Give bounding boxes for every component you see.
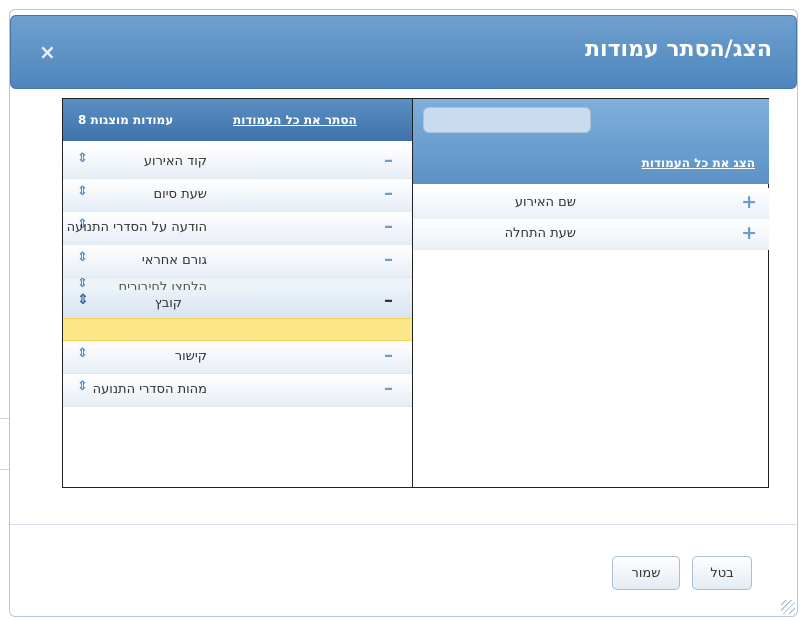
displayed-column-item[interactable]: ⇕ הודעה על הסדרי התנועה – [63,212,412,245]
available-column-item[interactable]: שם האירוע + [413,188,769,219]
column-label: קישור [174,349,207,364]
displayed-columns-list: ⇕ קוד האירוע – ⇕ שעת סיום – ⇕ הודעה על ה… [63,146,412,407]
show-hide-columns-dialog: × הצג/הסתר עמודות עמודות מוצגות 8 הסתר א… [9,9,798,617]
hide-all-link[interactable]: הסתר את כל העמודות [233,113,357,127]
dragging-column-item[interactable]: ⇕ קובץ – [63,290,412,318]
displayed-columns-panel: עמודות מוצגות 8 הסתר את כל העמודות ⇕ קוד… [63,99,412,487]
drop-placeholder [63,318,412,341]
dialog-title: הצג/הסתר עמודות [585,37,772,62]
add-icon[interactable]: + [741,222,757,244]
drag-handle-icon[interactable]: ⇕ [77,250,88,265]
displayed-column-item[interactable]: ⇕ קישור – [63,341,412,374]
drag-handle-icon[interactable]: ⇕ [77,151,88,166]
column-label: גורם אחראי [141,253,207,268]
column-label: קובץ [154,296,182,311]
displayed-column-item[interactable]: ⇕ שעת סיום – [63,179,412,212]
available-columns-panel: הצג את כל העמודות שם האירוע + שעת התחלה … [412,99,769,487]
available-columns-list: שם האירוע + שעת התחלה + [413,188,769,250]
add-icon[interactable]: + [741,191,757,213]
column-label: הלחצן לחיבורים [118,280,207,290]
drag-handle-icon[interactable]: ⇕ [77,379,88,394]
column-label: שם האירוע [514,195,576,210]
remove-icon[interactable]: – [384,216,393,237]
available-columns-header: הצג את כל העמודות [413,99,769,184]
cancel-button[interactable]: בטל [692,556,752,590]
displayed-column-item[interactable]: ⇕ מהות הסדרי התנועה – [63,374,412,407]
available-column-item[interactable]: שעת התחלה + [413,219,769,250]
remove-icon[interactable]: – [384,345,393,366]
displayed-count: עמודות מוצגות 8 [78,113,174,127]
partially-hidden-column-item[interactable]: ⇕ הלחצן לחיבורים [63,278,412,290]
column-label: הודעה על הסדרי התנועה [66,220,207,235]
remove-icon[interactable]: – [384,150,393,171]
remove-icon[interactable]: – [384,378,393,399]
remove-icon[interactable]: – [384,249,393,270]
displayed-column-item[interactable]: ⇕ קוד האירוע – [63,146,412,179]
column-label: שעת סיום [153,187,207,202]
dialog-titlebar[interactable]: × הצג/הסתר עמודות [10,15,797,89]
close-icon[interactable]: × [39,40,56,64]
background-edge [0,418,9,470]
column-label: שעת התחלה [504,226,576,241]
column-label: קוד האירוע [143,154,207,169]
column-label: מהות הסדרי התנועה [92,382,207,397]
save-button[interactable]: שמור [612,556,680,590]
drag-handle-icon[interactable]: ⇕ [77,278,88,290]
remove-icon[interactable]: – [384,290,393,311]
displayed-column-item[interactable]: ⇕ גורם אחראי – [63,245,412,278]
drag-handle-icon[interactable]: ⇕ [77,346,88,361]
drag-handle-icon[interactable]: ⇕ [77,292,89,308]
columns-frame: עמודות מוצגות 8 הסתר את כל העמודות ⇕ קוד… [62,98,769,488]
search-input[interactable] [423,107,591,133]
show-all-link[interactable]: הצג את כל העמודות [642,156,755,170]
displayed-columns-header: עמודות מוצגות 8 הסתר את כל העמודות [63,99,412,141]
resize-grip-icon[interactable] [781,600,795,614]
remove-icon[interactable]: – [384,183,393,204]
footer-divider [10,524,797,525]
drag-handle-icon[interactable]: ⇕ [77,184,88,199]
